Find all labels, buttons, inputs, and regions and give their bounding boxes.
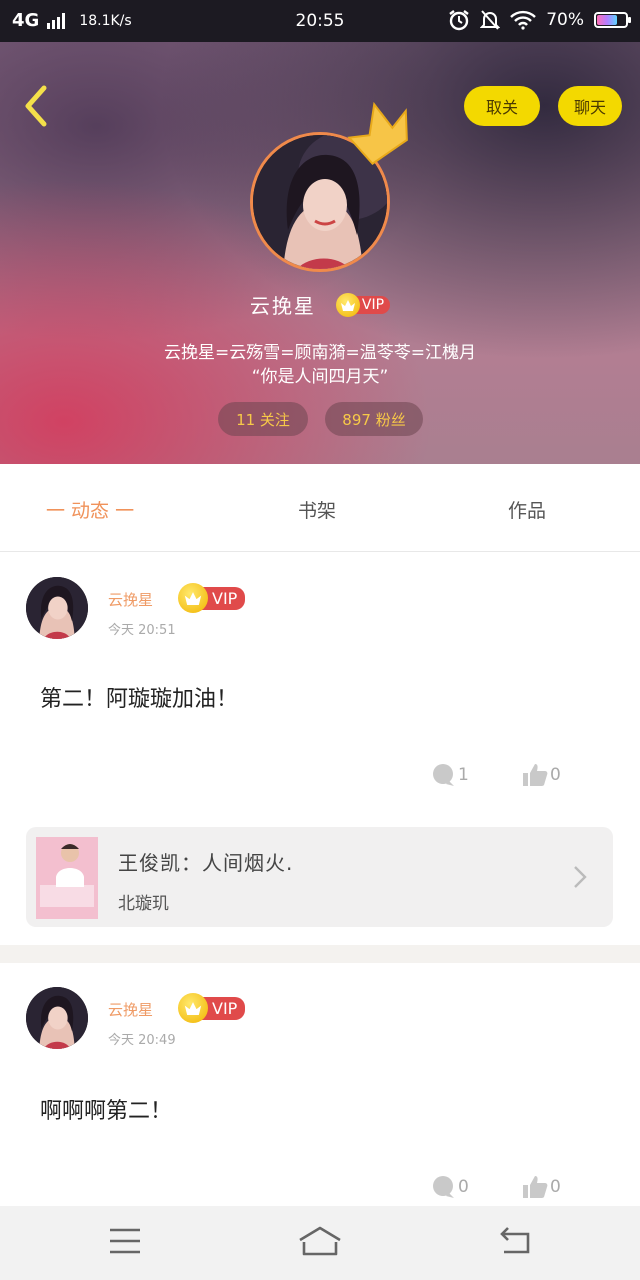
crown-coin-icon bbox=[178, 583, 208, 613]
comment-icon bbox=[433, 764, 454, 786]
nickname: 云挽星 bbox=[249, 294, 316, 318]
post-content[interactable]: 啊啊啊第二！ bbox=[40, 1093, 172, 1125]
tab-works[interactable]: 作品 bbox=[508, 496, 546, 523]
profile-tabs: 一 动态 一 书架 作品 bbox=[0, 464, 640, 552]
vip-badge: VIP bbox=[335, 292, 391, 317]
like-button[interactable]: 0 bbox=[522, 1175, 561, 1199]
chat-button[interactable]: 聊天 bbox=[558, 86, 622, 126]
wifi-icon bbox=[510, 10, 537, 30]
comment-button[interactable]: 1 bbox=[430, 763, 469, 787]
book-card[interactable]: 王俊凯：人间烟火. 北璇玑 bbox=[26, 827, 613, 927]
author-name[interactable]: 云挽星 bbox=[108, 999, 153, 1020]
crown-icon bbox=[347, 101, 408, 166]
post-card: 云挽星 VIP 今天 20:51 第二！阿璇璇加油！ 1 0 王俊凯：人间烟火.… bbox=[0, 553, 640, 945]
comment-count: 0 bbox=[458, 1177, 469, 1197]
book-author: 北璇玑 bbox=[118, 894, 169, 914]
post-time: 今天 20:49 bbox=[108, 1033, 176, 1048]
crown-coin-icon bbox=[178, 993, 208, 1023]
post-divider bbox=[0, 945, 640, 963]
vip-badge: VIP bbox=[178, 993, 246, 1023]
following-count[interactable]: 11 关注 bbox=[218, 402, 308, 436]
post-content[interactable]: 第二！阿璇璇加油！ bbox=[40, 681, 238, 713]
status-bar: 4G 18.1K/s 20:55 70% bbox=[0, 0, 640, 42]
like-button[interactable]: 0 bbox=[522, 763, 561, 787]
tab-bookshelf[interactable]: 书架 bbox=[298, 496, 336, 523]
post-time: 今天 20:51 bbox=[108, 623, 176, 638]
home-icon[interactable] bbox=[298, 1226, 342, 1256]
crown-coin-icon bbox=[335, 292, 360, 317]
post-card: 云挽星 VIP 今天 20:49 啊啊啊第二！ 0 0 bbox=[0, 963, 640, 1206]
system-nav-bar bbox=[0, 1206, 640, 1280]
thumbs-up-icon bbox=[523, 1176, 548, 1198]
alarm-icon bbox=[449, 10, 469, 31]
profile-header: 取关 聊天 云挽星 VIP 云挽星=云殇雪=顾南漪=温苓苓=江槐月 “你是人间四… bbox=[0, 42, 640, 464]
comment-icon bbox=[433, 1176, 454, 1198]
bio-line-2: “你是人间四月天” bbox=[251, 367, 389, 387]
like-count: 0 bbox=[550, 765, 561, 785]
bio-line-1: 云挽星=云殇雪=顾南漪=温苓苓=江槐月 bbox=[164, 343, 476, 363]
tab-dynamics[interactable]: 一 动态 一 bbox=[46, 496, 134, 523]
fans-count[interactable]: 897 粉丝 bbox=[325, 402, 423, 436]
like-count: 0 bbox=[550, 1177, 561, 1197]
unfollow-button[interactable]: 取关 bbox=[464, 86, 540, 126]
author-avatar[interactable] bbox=[26, 577, 88, 639]
battery-percent: 70% bbox=[546, 10, 584, 30]
back-nav-icon[interactable] bbox=[498, 1226, 532, 1256]
mute-bell-icon bbox=[480, 10, 501, 30]
back-arrow-icon[interactable] bbox=[18, 82, 58, 130]
comment-count: 1 bbox=[458, 765, 469, 785]
book-title: 王俊凯：人间烟火. bbox=[118, 851, 294, 875]
comment-button[interactable]: 0 bbox=[430, 1175, 469, 1199]
thumbs-up-icon bbox=[523, 764, 548, 786]
battery-icon bbox=[594, 12, 631, 28]
author-avatar[interactable] bbox=[26, 987, 88, 1049]
author-name[interactable]: 云挽星 bbox=[108, 589, 153, 610]
chevron-right-icon bbox=[574, 866, 587, 888]
menu-icon[interactable] bbox=[108, 1226, 142, 1256]
nickname-row: 云挽星 VIP bbox=[0, 290, 640, 319]
book-cover bbox=[36, 837, 98, 919]
vip-badge: VIP bbox=[178, 583, 246, 613]
